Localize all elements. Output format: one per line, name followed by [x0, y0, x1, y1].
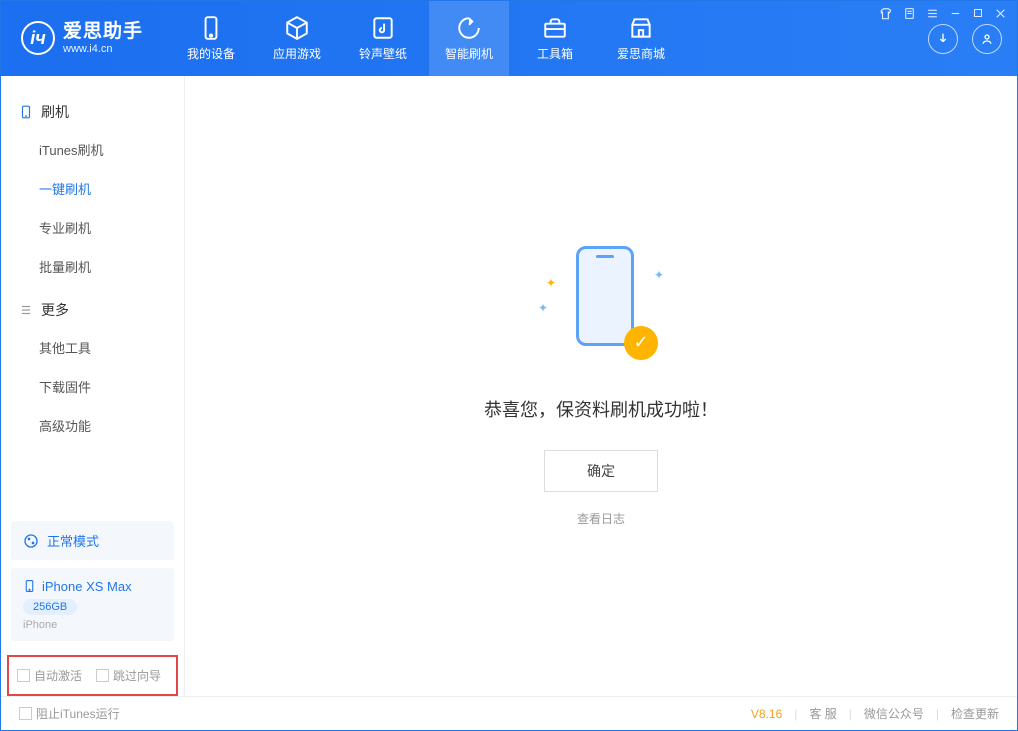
- device-icon: [198, 15, 224, 41]
- music-icon: [370, 15, 396, 41]
- logo-icon: iч: [21, 21, 55, 55]
- nav-music[interactable]: 铃声壁纸: [343, 1, 423, 76]
- window-controls: [879, 7, 1007, 21]
- sidebar-item[interactable]: 批量刷机: [39, 247, 166, 286]
- device-type: iPhone: [23, 619, 162, 631]
- nav-cube[interactable]: 应用游戏: [257, 1, 337, 76]
- nav-label: 爱思商城: [617, 45, 665, 62]
- nav-label: 应用游戏: [273, 45, 321, 62]
- auto-activate-checkbox[interactable]: 自动激活: [17, 667, 82, 684]
- block-itunes-label: 阻止iTunes运行: [36, 705, 120, 722]
- nav-label: 智能刷机: [445, 45, 493, 62]
- sidebar-item[interactable]: 其他工具: [39, 328, 166, 367]
- nav-refresh[interactable]: 智能刷机: [429, 1, 509, 76]
- update-link[interactable]: 检查更新: [951, 705, 999, 722]
- version-label: V8.16: [751, 707, 782, 721]
- device-icon: [23, 578, 36, 594]
- view-log-link[interactable]: 查看日志: [577, 510, 625, 527]
- sidebar-item[interactable]: 一键刷机: [39, 169, 166, 208]
- app-title: 爱思助手: [63, 21, 143, 44]
- sidebar-item[interactable]: iTunes刷机: [39, 130, 166, 169]
- maximize-icon[interactable]: [972, 7, 984, 21]
- sidebar-head-flash-label: 刷机: [41, 102, 69, 122]
- nav-label: 我的设备: [187, 45, 235, 62]
- cube-icon: [284, 15, 310, 41]
- success-illustration: ✦✦✦ ✓: [536, 246, 666, 366]
- note-icon[interactable]: [903, 7, 916, 21]
- sidebar-head-more[interactable]: 更多: [19, 292, 166, 328]
- service-link[interactable]: 客 服: [809, 705, 836, 722]
- sidebar-item[interactable]: 专业刷机: [39, 208, 166, 247]
- main-nav: 我的设备 应用游戏 铃声壁纸 智能刷机 工具箱 爱思商城: [171, 1, 928, 76]
- sidebar-item[interactable]: 下载固件: [39, 367, 166, 406]
- close-icon[interactable]: [994, 7, 1007, 21]
- refresh-icon: [456, 15, 482, 41]
- logo[interactable]: iч 爱思助手 www.i4.cn: [21, 21, 143, 57]
- phone-icon: [19, 104, 33, 120]
- success-message: 恭喜您，保资料刷机成功啦！: [484, 396, 718, 422]
- nav-label: 工具箱: [537, 45, 573, 62]
- device-mode[interactable]: 正常模式: [11, 521, 174, 560]
- wechat-link[interactable]: 微信公众号: [864, 705, 924, 722]
- block-itunes-checkbox[interactable]: 阻止iTunes运行: [19, 705, 120, 722]
- skip-guide-checkbox[interactable]: 跳过向导: [96, 667, 161, 684]
- skip-guide-label: 跳过向导: [113, 667, 161, 684]
- download-button[interactable]: [928, 24, 958, 54]
- sidebar-item[interactable]: 高级功能: [39, 406, 166, 445]
- nav-shop[interactable]: 爱思商城: [601, 1, 681, 76]
- footer: 阻止iTunes运行 V8.16 | 客 服 | 微信公众号 | 检查更新: [1, 696, 1017, 730]
- device-mode-label: 正常模式: [47, 531, 99, 550]
- flash-options-highlight: 自动激活 跳过向导: [7, 655, 178, 696]
- device-storage: 256GB: [23, 599, 77, 615]
- device-name: iPhone XS Max: [42, 579, 132, 594]
- device-card[interactable]: iPhone XS Max 256GB iPhone: [11, 568, 174, 641]
- sidebar-head-more-label: 更多: [41, 300, 69, 320]
- list-icon: [19, 303, 33, 317]
- auto-activate-label: 自动激活: [34, 667, 82, 684]
- tshirt-icon[interactable]: [879, 7, 893, 21]
- toolbox-icon: [542, 15, 568, 41]
- main-content: ✦✦✦ ✓ 恭喜您，保资料刷机成功啦！ 确定 查看日志: [185, 76, 1017, 696]
- check-icon: ✓: [624, 326, 658, 360]
- ok-button[interactable]: 确定: [544, 450, 658, 492]
- nav-label: 铃声壁纸: [359, 45, 407, 62]
- sidebar-head-flash[interactable]: 刷机: [19, 94, 166, 130]
- app-url: www.i4.cn: [63, 43, 143, 56]
- mode-icon: [23, 533, 39, 549]
- user-button[interactable]: [972, 24, 1002, 54]
- nav-toolbox[interactable]: 工具箱: [515, 1, 595, 76]
- sidebar: 刷机 iTunes刷机一键刷机专业刷机批量刷机 更多 其他工具下载固件高级功能 …: [1, 76, 185, 696]
- menu-icon[interactable]: [926, 7, 939, 21]
- shop-icon: [628, 15, 654, 41]
- header: iч 爱思助手 www.i4.cn 我的设备 应用游戏 铃声壁纸 智能刷机 工具箱 爱思商…: [1, 1, 1017, 76]
- nav-device[interactable]: 我的设备: [171, 1, 251, 76]
- minimize-icon[interactable]: [949, 7, 962, 21]
